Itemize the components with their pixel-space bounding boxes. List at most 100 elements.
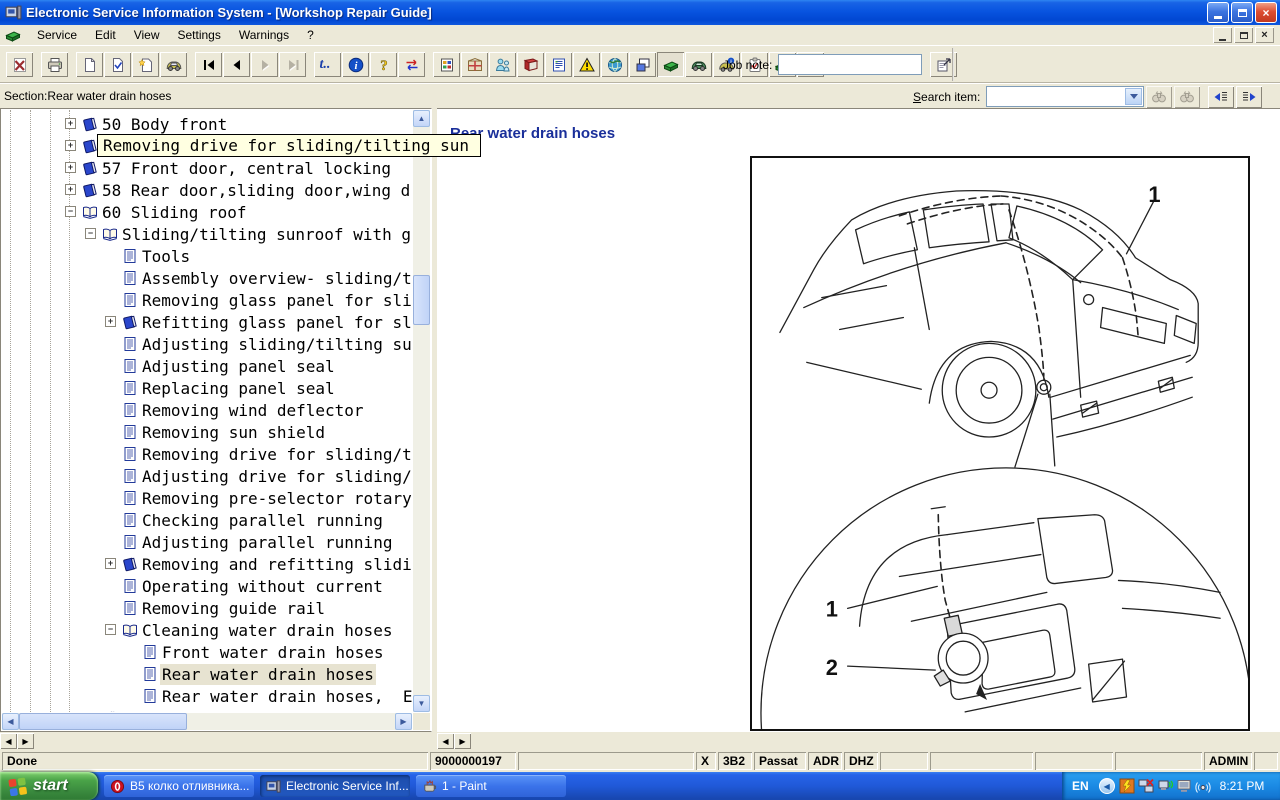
tab-scroll-left-icon[interactable]: ◀ [0,733,17,749]
contacts-button[interactable] [489,52,516,77]
service-book-button[interactable] [517,52,544,77]
parts-button[interactable] [461,52,488,77]
expand-icon[interactable]: + [65,184,76,195]
download-manager-tray-icon[interactable] [1119,778,1135,794]
tree-item[interactable]: − Cleaning water drain hoses [2,619,412,641]
tree-item-label[interactable]: Assembly overview- sliding/t [140,268,412,289]
tree-item-label[interactable]: Sliding/tilting sunroof with [120,708,394,713]
tree-item[interactable]: +Sliding/tilting sunroof with [2,707,412,712]
tree-item-label[interactable]: Cleaning water drain hoses [140,620,394,641]
exit-button[interactable] [6,52,33,77]
expand-icon[interactable]: + [65,140,76,151]
next-button[interactable] [251,52,278,77]
tree-horizontal-scrollbar[interactable]: ◀ ▶ [2,713,412,730]
scroll-up-button[interactable]: ▲ [413,110,430,127]
taskbar-task-paint[interactable]: 1 - Paint [416,775,566,797]
previous-button[interactable] [223,52,250,77]
tree-item-label[interactable]: Rear water drain hoses [160,664,376,685]
network-error-tray-icon[interactable] [1138,778,1154,794]
new-document-button[interactable] [76,52,103,77]
mdi-restore-button[interactable] [1234,27,1253,43]
hide-icons-chevron-icon[interactable]: ◀ [1099,778,1115,794]
tree-item-label[interactable]: Front water drain hoses [160,642,386,663]
goto-previous-list-button[interactable] [1208,86,1234,108]
scroll-down-button[interactable]: ▼ [413,695,430,712]
tree-item[interactable]: Front water drain hoses [2,641,412,663]
tree-item[interactable]: + Refitting glass panel for sl [2,311,412,333]
expand-icon[interactable]: + [65,162,76,173]
mdi-minimize-button[interactable] [1213,27,1232,43]
tree-item-label[interactable]: Adjusting panel seal [140,356,337,377]
tree-item[interactable]: Removing wind deflector [2,399,412,421]
tab-scroll-left-icon[interactable]: ◀ [437,733,454,749]
tree-item-label[interactable]: Removing sun shield [140,422,327,443]
tree-item-label[interactable]: Refitting glass panel for sl [140,312,412,333]
tree-item[interactable]: Checking parallel running [2,509,412,531]
combo-dropdown-icon[interactable] [1125,88,1142,105]
tab-scroll-right-icon[interactable]: ▶ [454,733,471,749]
tree-item[interactable]: Rear water drain hoses, E [2,685,412,707]
info-button[interactable]: i [342,52,369,77]
print-button[interactable] [41,52,68,77]
new-note-button[interactable] [132,52,159,77]
expand-icon[interactable]: + [105,316,116,327]
tree-item-label[interactable]: Checking parallel running [140,510,385,531]
tree-item-label[interactable]: Removing guide rail [140,598,327,619]
workshop-guide-button[interactable] [657,52,684,77]
tree-item-label[interactable]: 57 Front door, central locking [100,158,393,179]
vehicle-data-button[interactable] [685,52,712,77]
volume-tray-icon[interactable] [1157,778,1173,794]
search-item-combobox[interactable] [986,86,1144,107]
document-list-button[interactable] [545,52,572,77]
tree-vertical-scrollbar[interactable]: ▲ ▼ [413,110,430,712]
history-button[interactable]: t.. [314,52,341,77]
tree-item[interactable]: −Sliding/tilting sunroof with g [2,223,412,245]
tree-item[interactable]: Operating without current [2,575,412,597]
tree-item-label[interactable]: Replacing panel seal [140,378,337,399]
window-layers-button[interactable] [629,52,656,77]
tree-item[interactable]: Adjusting drive for sliding/ [2,465,412,487]
wireless-tray-icon[interactable] [1195,778,1211,794]
scroll-thumb[interactable] [413,275,430,325]
tree-item[interactable]: +57 Front door, central locking [2,157,412,179]
tree-item[interactable]: −60 Sliding roof [2,201,412,223]
tree-item-label[interactable]: 60 Sliding roof [100,202,249,223]
tree-item[interactable]: +Removing and refitting slidi [2,553,412,575]
taskbar-task-opera[interactable]: B5 колко отливника... [104,775,254,797]
tree-item-label[interactable]: Removing glass panel for sli [140,290,412,311]
collapse-icon[interactable]: − [105,624,116,635]
tree-item-label[interactable]: 58 Rear door,sliding door,wing d [100,180,412,201]
document-check-button[interactable] [104,52,131,77]
tree-item[interactable]: Removing pre-selector rotary [2,487,412,509]
tree-item[interactable]: Adjusting parallel running [2,531,412,553]
vehicle-button[interactable] [160,52,187,77]
tree-item-label[interactable]: Adjusting parallel running [140,532,394,553]
minimize-button[interactable] [1207,2,1229,23]
find-up-button[interactable] [1146,86,1172,108]
tree-item[interactable]: Removing guide rail [2,597,412,619]
menu-[interactable]: ? [298,26,323,44]
tree-item[interactable]: Replacing panel seal [2,377,412,399]
restore-button[interactable] [1231,2,1253,23]
tree-item[interactable]: Removing sun shield [2,421,412,443]
tree-item[interactable]: Assembly overview- sliding/t [2,267,412,289]
menu-edit[interactable]: Edit [86,26,125,44]
tree-view[interactable]: +50 Body front++57 Front door, central l… [2,110,412,712]
collapse-icon[interactable]: − [85,228,96,239]
menu-view[interactable]: View [125,26,169,44]
language-indicator[interactable]: EN [1072,779,1089,793]
tree-item-label[interactable]: Removing drive for sliding/t [140,444,412,465]
tree-item-label[interactable]: Adjusting drive for sliding/ [140,466,412,487]
goto-next-list-button[interactable] [1236,86,1262,108]
tree-item-label[interactable]: Adjusting sliding/tilting su [140,334,412,355]
tree-item-label[interactable]: Removing pre-selector rotary [140,488,412,509]
tree-item-label[interactable]: Rear water drain hoses, E [160,686,412,707]
online-button[interactable] [601,52,628,77]
tree-item[interactable]: +50 Body front [2,113,412,135]
expand-icon[interactable]: + [65,118,76,129]
close-button[interactable]: × [1255,2,1277,23]
display-tray-icon[interactable] [1176,778,1192,794]
scroll-left-button[interactable]: ◀ [2,713,19,730]
job-note-input[interactable] [778,54,922,75]
scroll-thumb[interactable] [19,713,187,730]
